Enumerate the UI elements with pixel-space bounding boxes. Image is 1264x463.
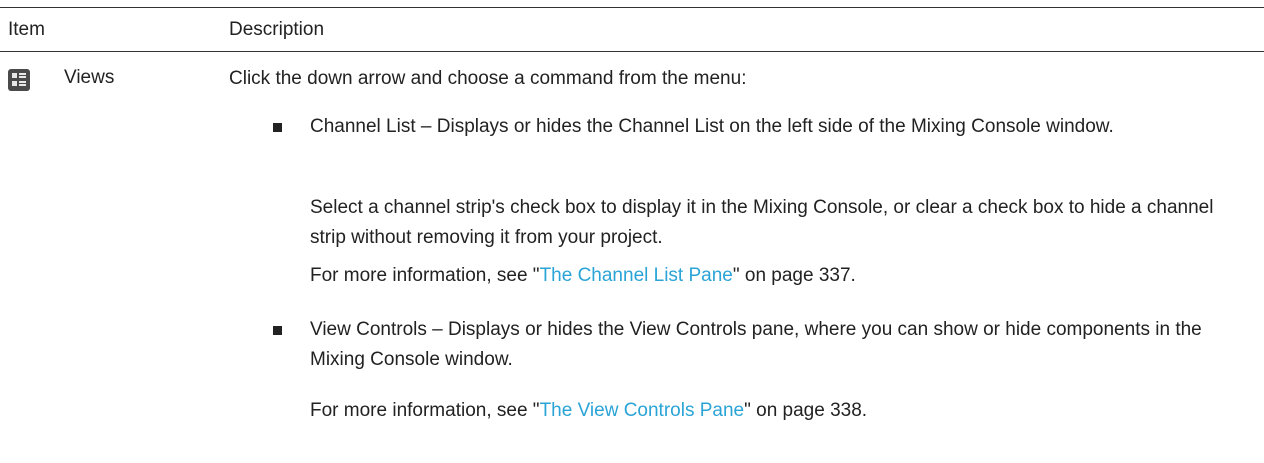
- bullet-text-view-controls: View Controls – Displays or hides the Vi…: [310, 319, 1202, 370]
- views-icon-cell: [19, 73, 26, 75]
- more-info-line: For more information, see "The Channel L…: [310, 261, 1240, 291]
- more-info-suffix: " on page 338.: [744, 400, 868, 421]
- table-top-rule: [0, 7, 1264, 8]
- item-name: Views: [64, 67, 115, 88]
- header-divider-rule: [0, 51, 1264, 52]
- bullet-mark: [273, 123, 282, 132]
- views-icon-cell: [12, 73, 17, 78]
- bullet-text-channel-list: Channel List – Displays or hides the Cha…: [310, 116, 1114, 137]
- column-header-item: Item: [8, 19, 45, 40]
- description-intro: Click the down arrow and choose a comman…: [229, 68, 747, 89]
- more-info-line: For more information, see "The View Cont…: [310, 396, 1240, 426]
- more-info-prefix: For more information, see ": [310, 400, 540, 421]
- view-controls-pane-link[interactable]: The View Controls Pane: [540, 400, 745, 421]
- bullet-mark: [273, 326, 282, 335]
- views-icon-cell: [19, 81, 26, 83]
- channel-list-pane-link[interactable]: The Channel List Pane: [540, 265, 733, 286]
- views-icon-cell: [19, 84, 26, 86]
- views-icon: [8, 69, 30, 91]
- views-icon-cell: [19, 76, 26, 78]
- views-icon-cell: [12, 81, 17, 86]
- more-info-suffix: " on page 337.: [732, 265, 856, 286]
- column-header-description: Description: [229, 19, 325, 40]
- bullet-paragraph: Select a channel strip's check box to di…: [310, 197, 1214, 248]
- more-info-prefix: For more information, see ": [310, 265, 540, 286]
